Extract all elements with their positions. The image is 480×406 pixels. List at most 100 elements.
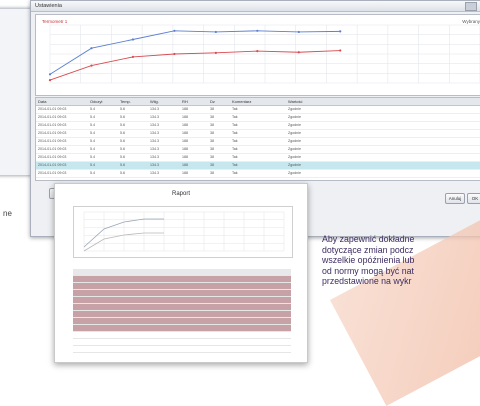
data-point (339, 30, 342, 33)
left-caption-fragment: ne (3, 209, 12, 218)
table-cell: 5.6 (120, 131, 125, 135)
promo-paragraph: Aby zapewnić dokładne dotyczące zmian po… (322, 234, 414, 287)
table-row[interactable]: 2014-01-01 09:03 5.4 5.6 134.3 188 38 Tak Zgodn… (36, 162, 480, 170)
table-cell: 2014-01-01 09:03 (38, 131, 67, 135)
data-table: Data Odczyt Temp. Wilg. RH Dz Komentarz Wartość… (35, 97, 480, 181)
close-button[interactable] (465, 2, 477, 11)
table-cell: 38 (210, 171, 214, 175)
table-cell: Tak (232, 171, 238, 175)
table-row[interactable]: 2014-01-01 09:03 5.4 5.6 134.3 188 38 Tak Zgodn… (36, 106, 480, 114)
column-header[interactable]: Odczyt (88, 98, 118, 105)
column-header[interactable]: Data (36, 98, 88, 105)
data-point (214, 51, 217, 54)
table-cell: 5.6 (120, 139, 125, 143)
data-point (173, 52, 176, 56)
report-row (73, 283, 291, 290)
table-cell: 38 (210, 139, 214, 143)
table-cell: 5.6 (120, 147, 125, 151)
table-cell: Tak (232, 155, 238, 159)
table-cell: 2014-01-01 09:03 (38, 171, 67, 175)
chart-svg (48, 24, 480, 84)
data-point (256, 50, 259, 53)
table-cell: 38 (210, 155, 214, 159)
table-cell: 2014-01-01 09:03 (38, 107, 67, 111)
promo-line: dotyczące zmian podcz (322, 244, 414, 255)
table-cell: Tak (232, 115, 238, 119)
table-cell: Zgodnie (288, 107, 301, 111)
table-cell: 134.3 (150, 155, 159, 159)
table-cell: Tak (232, 139, 238, 143)
table-body: 2014-01-01 09:03 5.4 5.6 134.3 188 38 Tak Zgodn… (36, 106, 480, 178)
table-cell: 188 (182, 163, 188, 167)
table-cell: 188 (182, 115, 188, 119)
report-row (73, 332, 291, 339)
table-cell: Tak (232, 107, 238, 111)
table-cell: Zgodnie (288, 147, 301, 151)
printed-report: Raport (54, 183, 308, 363)
chart-panel: Termometr 1 Wybrany (35, 14, 480, 96)
report-row (73, 269, 291, 276)
table-row[interactable]: 2014-01-01 09:03 5.4 5.6 134.3 188 38 Tak Zgodn… (36, 114, 480, 122)
report-row (73, 325, 291, 332)
report-row (73, 304, 291, 311)
table-row[interactable]: 2014-01-01 09:03 5.4 5.6 134.3 188 38 Tak Zgodn… (36, 154, 480, 162)
column-header[interactable]: Wartość (286, 98, 346, 105)
table-cell: 5.4 (90, 115, 95, 119)
data-point (256, 29, 259, 32)
table-cell: 5.4 (90, 163, 95, 167)
report-row (73, 276, 291, 283)
table-cell: 5.6 (120, 123, 125, 127)
table-cell: 2014-01-01 09:03 (38, 163, 67, 167)
table-row[interactable]: 2014-01-01 09:03 5.4 5.6 134.3 188 38 Tak Zgodn… (36, 138, 480, 146)
table-cell: 5.6 (120, 107, 125, 111)
table-cell: Tak (232, 123, 238, 127)
table-cell: 134.3 (150, 139, 159, 143)
column-header[interactable]: Temp. (118, 98, 148, 105)
table-cell: 38 (210, 107, 214, 111)
table-cell: Zgodnie (288, 171, 301, 175)
column-header[interactable]: Wilg. (148, 98, 180, 105)
table-cell: Zgodnie (288, 123, 301, 127)
table-cell: Tak (232, 147, 238, 151)
table-cell: 134.3 (150, 123, 159, 127)
table-cell: 188 (182, 155, 188, 159)
table-cell: 188 (182, 131, 188, 135)
report-row (73, 346, 291, 353)
data-point (297, 51, 300, 54)
table-cell: 38 (210, 147, 214, 151)
background-card (0, 8, 34, 176)
table-cell: 134.3 (150, 163, 159, 167)
table-cell: 38 (210, 131, 214, 135)
report-row (73, 311, 291, 318)
table-cell: 134.3 (150, 107, 159, 111)
report-chart (73, 206, 293, 258)
data-point (214, 30, 217, 34)
table-row[interactable]: 2014-01-01 09:03 5.4 5.6 134.3 188 38 Tak Zgodn… (36, 122, 480, 130)
data-point (339, 49, 342, 52)
data-point (90, 47, 93, 50)
column-header[interactable]: RH (180, 98, 208, 105)
table-cell: 188 (182, 123, 188, 127)
table-cell: 2014-01-01 09:03 (38, 147, 67, 151)
cancel-button[interactable]: Anuluj (445, 193, 465, 204)
table-row[interactable]: 2014-01-01 09:03 5.4 5.6 134.3 188 38 Tak Zgodn… (36, 130, 480, 138)
report-table (73, 269, 291, 353)
table-cell: 5.6 (120, 155, 125, 159)
table-cell: 134.3 (150, 147, 159, 151)
data-point (297, 30, 300, 34)
ok-button[interactable]: OK (467, 193, 480, 204)
table-cell: 5.4 (90, 155, 95, 159)
table-cell: 38 (210, 115, 214, 119)
table-row[interactable]: 2014-01-01 09:03 5.4 5.6 134.3 188 38 Tak Zgodn… (36, 170, 480, 178)
table-cell: 5.4 (90, 139, 95, 143)
table-cell: Zgodnie (288, 139, 301, 143)
column-header[interactable]: Dz (208, 98, 230, 105)
table-cell: Zgodnie (288, 115, 301, 119)
table-cell: 5.4 (90, 171, 95, 175)
table-cell: Tak (232, 131, 238, 135)
table-row[interactable]: 2014-01-01 09:03 5.4 5.6 134.3 188 38 Tak Zgodn… (36, 146, 480, 154)
column-header[interactable]: Komentarz (230, 98, 286, 105)
table-cell: 5.4 (90, 107, 95, 111)
data-point (173, 29, 176, 32)
table-cell: 5.4 (90, 131, 95, 135)
